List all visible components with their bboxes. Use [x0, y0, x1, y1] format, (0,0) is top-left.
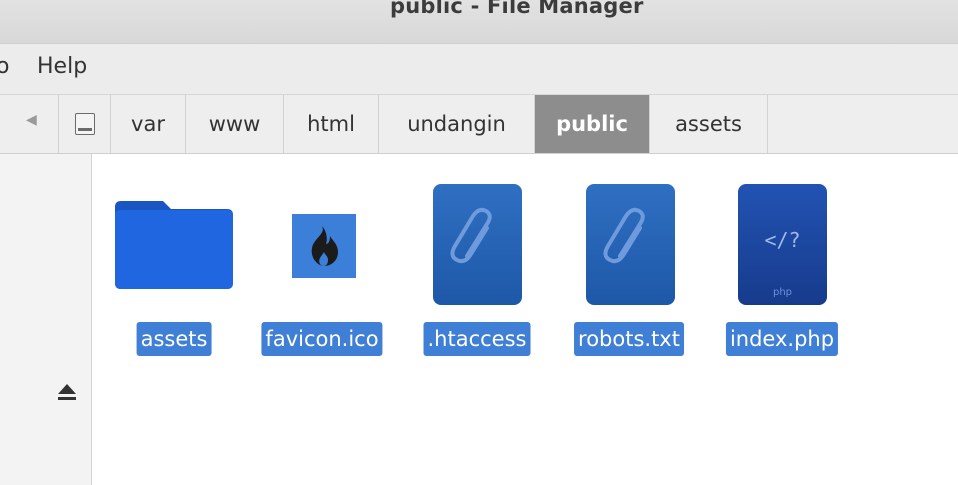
file-label: favicon.ico [261, 322, 383, 356]
breadcrumb-www[interactable]: www [185, 95, 283, 153]
breadcrumb-end-divider [767, 95, 768, 153]
window-title: public - File Manager [390, 0, 644, 18]
file-label: robots.txt [574, 322, 684, 356]
title-bar[interactable]: public - File Manager [0, 0, 958, 44]
menu-item-help[interactable]: Help [37, 54, 87, 79]
folder-icon [115, 201, 233, 289]
codeigniter-flame-icon [292, 214, 356, 278]
attachment-file-icon [433, 184, 522, 305]
side-pane [0, 154, 92, 485]
eject-icon[interactable] [56, 382, 78, 402]
php-caption: php [772, 287, 793, 298]
php-code-glyph: </? [764, 228, 801, 252]
breadcrumb-assets[interactable]: assets [649, 95, 767, 153]
breadcrumb-undangin[interactable]: undangin [378, 95, 534, 153]
attachment-file-icon [586, 184, 675, 305]
drive-icon [75, 113, 95, 135]
breadcrumb-html[interactable]: html [283, 95, 378, 153]
file-view: assets favicon.ico .htaccess robots.txt … [92, 154, 958, 485]
menu-item-partial[interactable]: o [0, 54, 9, 79]
breadcrumb-var[interactable]: var [110, 95, 185, 153]
file-label: assets [136, 322, 212, 356]
drive-button[interactable] [58, 95, 111, 153]
menu-bar: o Help [0, 44, 958, 95]
chevron-left-icon[interactable]: ◀ [26, 112, 37, 128]
location-bar: ◀ var www html undangin public assets [0, 95, 958, 154]
breadcrumb-public[interactable]: public [534, 95, 649, 153]
file-label: .htaccess [423, 322, 531, 356]
file-label: index.php [725, 322, 839, 356]
file-manager-window: public - File Manager o Help ◀ var www h… [0, 0, 958, 485]
php-file-icon: </? php [738, 184, 827, 305]
